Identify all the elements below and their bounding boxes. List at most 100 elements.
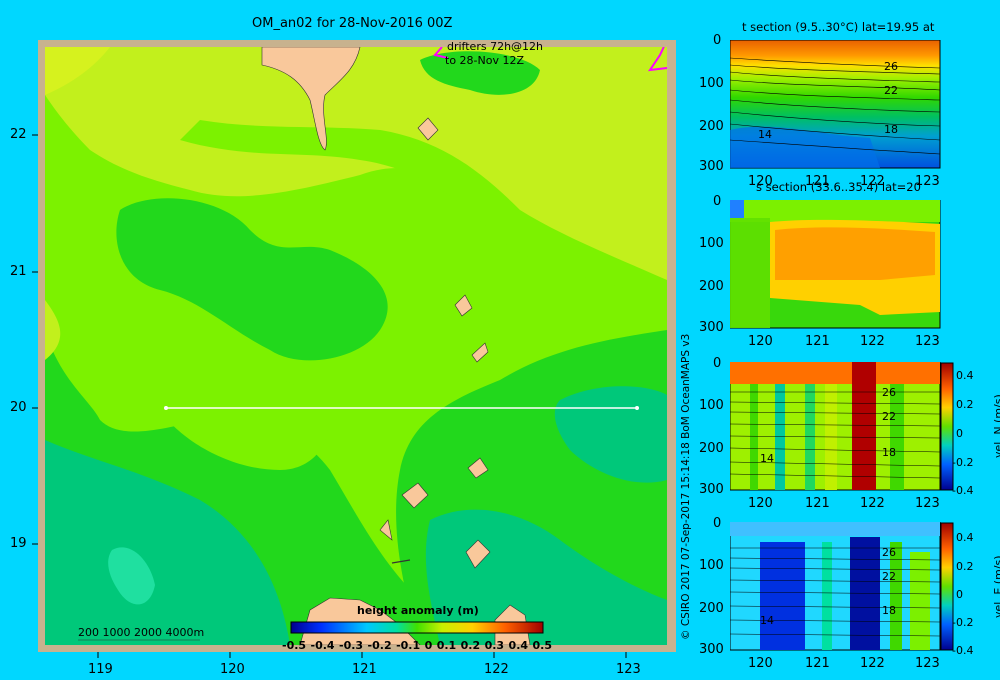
p3-x-tick: 123 bbox=[915, 496, 940, 511]
credit-text: © CSIRO 2017 07-Sep-2017 15:14:18 BoM Oc… bbox=[680, 333, 692, 640]
map-x-tick: 122 bbox=[484, 662, 509, 677]
ve-cb-tick: 0.4 bbox=[956, 531, 974, 544]
ve-cb-tick: 0 bbox=[956, 588, 963, 601]
ve-contour-label: 22 bbox=[882, 570, 896, 583]
vn-contour-label: 22 bbox=[882, 410, 896, 423]
colorbar-label: height anomaly (m) bbox=[357, 604, 479, 617]
p3-x-tick: 122 bbox=[860, 496, 885, 511]
vel-n-band bbox=[890, 384, 904, 490]
p3-y-tick: 0 bbox=[713, 356, 722, 371]
colorbar-tick: 0.1 bbox=[436, 639, 457, 652]
section-line-start bbox=[164, 406, 168, 410]
p4-x-tick: 123 bbox=[915, 656, 940, 671]
p1-x-tick: 123 bbox=[915, 174, 940, 189]
p1-y-tick: 200 bbox=[699, 119, 724, 134]
map-y-tick: 22 bbox=[10, 127, 27, 142]
p2-x-tick: 122 bbox=[860, 334, 885, 349]
colorbar-tick: -0.4 bbox=[310, 639, 335, 652]
p3-y-tick: 100 bbox=[699, 398, 724, 413]
vel-n-label: vel. N (m/s) bbox=[992, 394, 1000, 458]
colorbar-tick: 0.4 bbox=[508, 639, 529, 652]
p4-x-tick: 122 bbox=[860, 656, 885, 671]
depth-legend: 200 1000 2000 4000m bbox=[78, 626, 205, 639]
colorbar-tick: -0.2 bbox=[367, 639, 392, 652]
s-section-west bbox=[730, 218, 770, 328]
vn-cb-tick: 0.4 bbox=[956, 369, 974, 382]
map-x-tick: 121 bbox=[352, 662, 377, 677]
p2-x-tick: 121 bbox=[805, 334, 830, 349]
vel-e-band bbox=[910, 552, 930, 650]
vel-e-band bbox=[822, 542, 832, 650]
map-y-tick: 19 bbox=[10, 536, 27, 551]
p4-y-tick: 100 bbox=[699, 558, 724, 573]
vel-n-jet bbox=[852, 362, 876, 490]
ve-contour-label: 26 bbox=[882, 546, 896, 559]
colorbar-tick: 0.2 bbox=[460, 639, 481, 652]
vel-n-band bbox=[775, 384, 785, 490]
vn-contour-label: 14 bbox=[760, 452, 774, 465]
colorbar-tick: 0 bbox=[424, 639, 433, 652]
colorbar-tick: -0.3 bbox=[339, 639, 364, 652]
p2-y-tick: 100 bbox=[699, 236, 724, 251]
p4-y-tick: 0 bbox=[713, 516, 722, 531]
t-contour-label: 26 bbox=[884, 60, 898, 73]
p3-x-tick: 121 bbox=[805, 496, 830, 511]
p2-x-tick: 123 bbox=[915, 334, 940, 349]
p1-x-tick: 121 bbox=[805, 174, 830, 189]
t-contour-label: 18 bbox=[884, 123, 898, 136]
t-contour-label: 14 bbox=[758, 128, 772, 141]
vn-cb-tick: 0.2 bbox=[956, 398, 974, 411]
s-section-title: s section (33.6..35.4) lat=20 bbox=[756, 180, 921, 194]
p3-y-tick: 300 bbox=[699, 482, 724, 497]
ve-cb-tick: -0.4 bbox=[952, 644, 974, 657]
p3-y-tick: 200 bbox=[699, 441, 724, 456]
map-y-tick: 20 bbox=[10, 400, 27, 415]
vel-n-surface bbox=[730, 362, 940, 384]
drifters-note-1: drifters 72h@12h bbox=[447, 40, 544, 53]
ve-cb-tick: -0.2 bbox=[952, 616, 974, 629]
p2-y-tick: 200 bbox=[699, 279, 724, 294]
vel-e-label: vel. E (m/s) bbox=[992, 555, 1000, 618]
map-x-tick: 120 bbox=[220, 662, 245, 677]
section-line-end bbox=[635, 406, 639, 410]
vn-cb-tick: -0.2 bbox=[952, 456, 974, 469]
vn-contour-label: 18 bbox=[882, 446, 896, 459]
main-map bbox=[32, 40, 676, 658]
p2-x-tick: 120 bbox=[748, 334, 773, 349]
colorbar-tick: -0.1 bbox=[396, 639, 421, 652]
ve-cb-tick: 0.2 bbox=[956, 560, 974, 573]
ve-contour-label: 14 bbox=[760, 614, 774, 627]
p4-y-tick: 300 bbox=[699, 642, 724, 657]
ve-contour-label: 18 bbox=[882, 604, 896, 617]
vel-n-colorbar bbox=[940, 362, 954, 491]
map-x-tick: 119 bbox=[88, 662, 113, 677]
height-colorbar bbox=[290, 621, 544, 634]
colorbar-tick: -0.5 bbox=[282, 639, 307, 652]
map-x-tick: 123 bbox=[616, 662, 641, 677]
vel-n-plot bbox=[730, 362, 941, 491]
vel-e-colorbar bbox=[940, 522, 954, 651]
s-section-fresh bbox=[730, 200, 744, 218]
vel-e-surface bbox=[730, 522, 940, 536]
p1-x-tick: 122 bbox=[860, 174, 885, 189]
p4-y-tick: 200 bbox=[699, 601, 724, 616]
s-section-plot bbox=[730, 200, 941, 329]
p4-x-tick: 121 bbox=[805, 656, 830, 671]
p1-y-tick: 100 bbox=[699, 76, 724, 91]
vn-cb-tick: 0 bbox=[956, 427, 963, 440]
vel-n-band bbox=[750, 384, 758, 490]
t-section-title: t section (9.5..30°C) lat=19.95 at bbox=[742, 20, 935, 34]
colorbar-tick: 0.3 bbox=[484, 639, 505, 652]
vn-cb-tick: -0.4 bbox=[952, 484, 974, 497]
s-section-max bbox=[775, 227, 935, 280]
vn-contour-label: 26 bbox=[882, 386, 896, 399]
p1-x-tick: 120 bbox=[748, 174, 773, 189]
p4-x-tick: 120 bbox=[748, 656, 773, 671]
p2-y-tick: 300 bbox=[699, 320, 724, 335]
drifters-note-2: to 28-Nov 12Z bbox=[445, 54, 525, 67]
map-y-tick: 21 bbox=[10, 264, 27, 279]
p1-y-tick: 0 bbox=[713, 33, 722, 48]
p3-x-tick: 120 bbox=[748, 496, 773, 511]
vel-e-plot bbox=[730, 522, 941, 651]
p1-y-tick: 300 bbox=[699, 159, 724, 174]
